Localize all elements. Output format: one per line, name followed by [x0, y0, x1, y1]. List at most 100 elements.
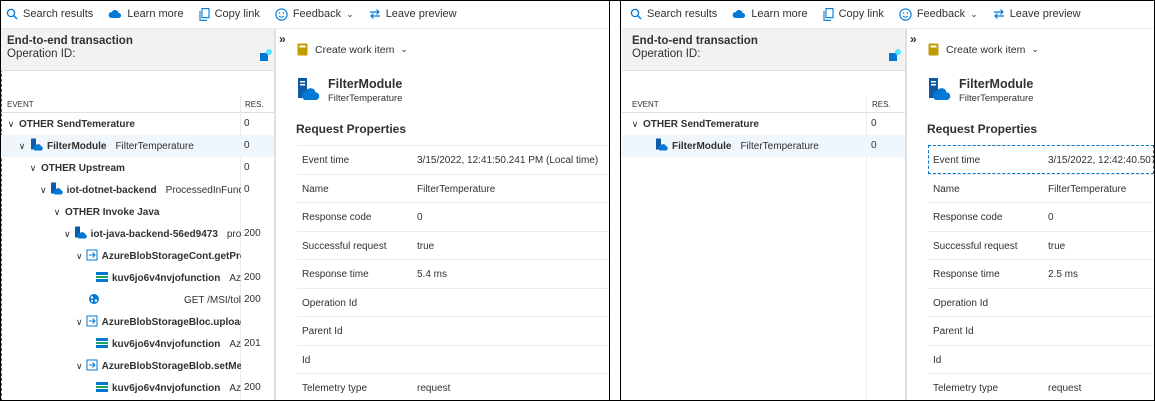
property-row[interactable]: Telemetry type request	[297, 373, 610, 401]
event-row[interactable]: ∨ OTHER SendTemerature 0	[0, 113, 274, 135]
property-value: FilterTemperature	[417, 183, 496, 195]
event-row[interactable]: GET /MSI/tol 200	[0, 289, 274, 311]
event-row[interactable]: ∨ OTHER Invoke Java	[0, 201, 274, 223]
event-row[interactable]: ∨ AzureBlobStorageCont.getPro	[0, 245, 274, 267]
learn-more-button[interactable]: Learn more	[732, 8, 808, 20]
chevron-down-icon[interactable]: ∨	[76, 251, 83, 262]
search-results-button[interactable]: Search results	[6, 8, 93, 20]
event-cell: ∨ AzureBlobStorageCont.getPro	[0, 245, 241, 267]
create-work-item-button[interactable]: Create work item ⌄	[297, 43, 408, 56]
event-operation: pro	[226, 228, 241, 240]
result-code: 200	[244, 382, 261, 393]
property-row[interactable]: Name FilterTemperature	[297, 173, 610, 203]
leave-preview-label: Leave preview	[1009, 8, 1081, 20]
feedback-button[interactable]: Feedback ⌄	[899, 7, 978, 21]
event-row[interactable]: ∨ iot-java-backend-56ed9473 pro 200	[0, 223, 274, 245]
event-row[interactable]: ∨ AzureBlobStorageBlob.setMet	[0, 355, 274, 377]
property-row[interactable]: Id	[928, 344, 1154, 374]
event-cell: ∨ iot-dotnet-backend ProcessedInFunct	[0, 179, 241, 201]
transaction-tree-panel: End-to-end transaction Operation ID: EVE…	[622, 29, 906, 401]
chevron-down-icon[interactable]: ∨	[76, 317, 83, 328]
chevron-down-icon[interactable]: ∨	[17, 141, 27, 152]
collapse-chevron-icon[interactable]: »	[910, 32, 917, 46]
copy-link-button[interactable]: Copy link	[823, 7, 884, 21]
property-row[interactable]: Parent Id	[297, 316, 610, 345]
event-row[interactable]: ∨ AzureBlobStorageBloc.upload	[0, 311, 274, 333]
event-row[interactable]: ∨ FilterModule FilterTemperature 0	[0, 135, 274, 157]
result-code: 0	[871, 140, 877, 151]
copy-icon	[823, 7, 834, 21]
chevron-down-icon[interactable]: ∨	[64, 229, 71, 240]
module-title: FilterModule	[959, 77, 1034, 91]
create-work-item-button[interactable]: Create work item ⌄	[928, 43, 1039, 56]
property-row[interactable]: Event time 3/15/2022, 12:42:40.507 P	[928, 145, 1154, 174]
copy-link-button[interactable]: Copy link	[199, 7, 260, 21]
property-row[interactable]: Response time 5.4 ms	[297, 259, 610, 288]
event-row[interactable]: ∨ OTHER SendTemerature 0	[622, 113, 905, 135]
property-row[interactable]: Response time 2.5 ms	[928, 259, 1154, 288]
event-row[interactable]: kuv6jo6v4nvjofunction Az 200	[0, 377, 274, 399]
operation-id-label: Operation ID:	[7, 48, 76, 60]
property-row[interactable]: Successful request true	[297, 230, 610, 260]
search-results-button[interactable]: Search results	[630, 8, 717, 20]
event-column-header[interactable]: EVENT	[632, 100, 659, 109]
request-properties-heading: Request Properties	[296, 122, 407, 136]
function-icon	[86, 359, 98, 374]
event-row[interactable]: ∨ iot-dotnet-backend ProcessedInFunct 0	[0, 179, 274, 201]
event-operation: Az	[229, 272, 241, 284]
cloud-icon	[108, 9, 122, 18]
event-column-header[interactable]: EVENT	[7, 100, 34, 109]
property-row[interactable]: Response code 0	[297, 202, 610, 231]
chevron-down-icon[interactable]: ∨	[630, 119, 640, 130]
function-icon	[86, 249, 98, 264]
smiley-icon	[275, 7, 288, 21]
app-map-icon[interactable]	[889, 49, 901, 61]
result-code: 0	[871, 118, 877, 129]
res-column-header[interactable]: RES.	[872, 100, 891, 109]
property-row[interactable]: Response code 0	[928, 202, 1154, 231]
event-operation: FilterTemperature	[740, 140, 819, 152]
property-value: 5.4 ms	[417, 269, 448, 280]
chevron-down-icon[interactable]: ∨	[40, 185, 47, 196]
property-value: 0	[417, 212, 423, 223]
app-map-icon[interactable]	[260, 49, 272, 61]
res-column-header[interactable]: RES.	[245, 100, 264, 109]
property-key: Response time	[933, 269, 1000, 280]
chevron-down-icon: ⌄	[400, 44, 408, 54]
transaction-header: End-to-end transaction Operation ID:	[622, 29, 905, 71]
property-row[interactable]: Successful request true	[928, 230, 1154, 260]
property-row[interactable]: Id	[297, 344, 610, 374]
property-row[interactable]: Operation Id	[928, 287, 1154, 317]
module-icon	[298, 78, 320, 100]
event-name: kuv6jo6v4nvjofunction	[111, 382, 221, 394]
chevron-down-icon[interactable]: ∨	[76, 361, 83, 372]
feedback-button[interactable]: Feedback ⌄	[275, 7, 354, 21]
property-row[interactable]: Operation Id	[297, 287, 610, 317]
property-key: Id	[933, 354, 942, 366]
event-operation: FilterTemperature	[115, 140, 194, 152]
event-cell: ∨ OTHER Invoke Java	[0, 201, 241, 223]
learn-more-button[interactable]: Learn more	[108, 8, 184, 20]
property-value: 0	[1048, 212, 1054, 223]
property-value: FilterTemperature	[1048, 183, 1127, 195]
leave-preview-button[interactable]: Leave preview	[369, 8, 457, 20]
event-row[interactable]: kuv6jo6v4nvjofunction Az 200	[0, 267, 274, 289]
event-name: OTHER Upstream	[41, 162, 125, 174]
event-row[interactable]: ∨ OTHER Upstream 0	[0, 157, 274, 179]
property-row[interactable]: Name FilterTemperature	[928, 173, 1154, 203]
chevron-down-icon[interactable]: ∨	[6, 119, 16, 130]
property-row[interactable]: Parent Id	[928, 316, 1154, 345]
chevron-down-icon[interactable]: ∨	[52, 207, 62, 218]
collapse-chevron-icon[interactable]: »	[279, 32, 286, 46]
event-row[interactable]: FilterModule FilterTemperature 0	[622, 135, 905, 157]
result-code: 0	[244, 162, 250, 173]
property-row[interactable]: Telemetry type request	[928, 373, 1154, 401]
property-key: Event time	[933, 155, 981, 166]
property-key: Event time	[302, 155, 350, 166]
chevron-down-icon[interactable]: ∨	[28, 163, 38, 174]
event-row[interactable]: kuv6jo6v4nvjofunction Az 201	[0, 333, 274, 355]
leave-preview-button[interactable]: Leave preview	[993, 8, 1081, 20]
property-row[interactable]: Event time 3/15/2022, 12:41:50.241 PM (Lo…	[297, 145, 610, 174]
module-heading: FilterModule FilterTemperature	[296, 77, 402, 104]
copy-link-label: Copy link	[838, 8, 884, 20]
